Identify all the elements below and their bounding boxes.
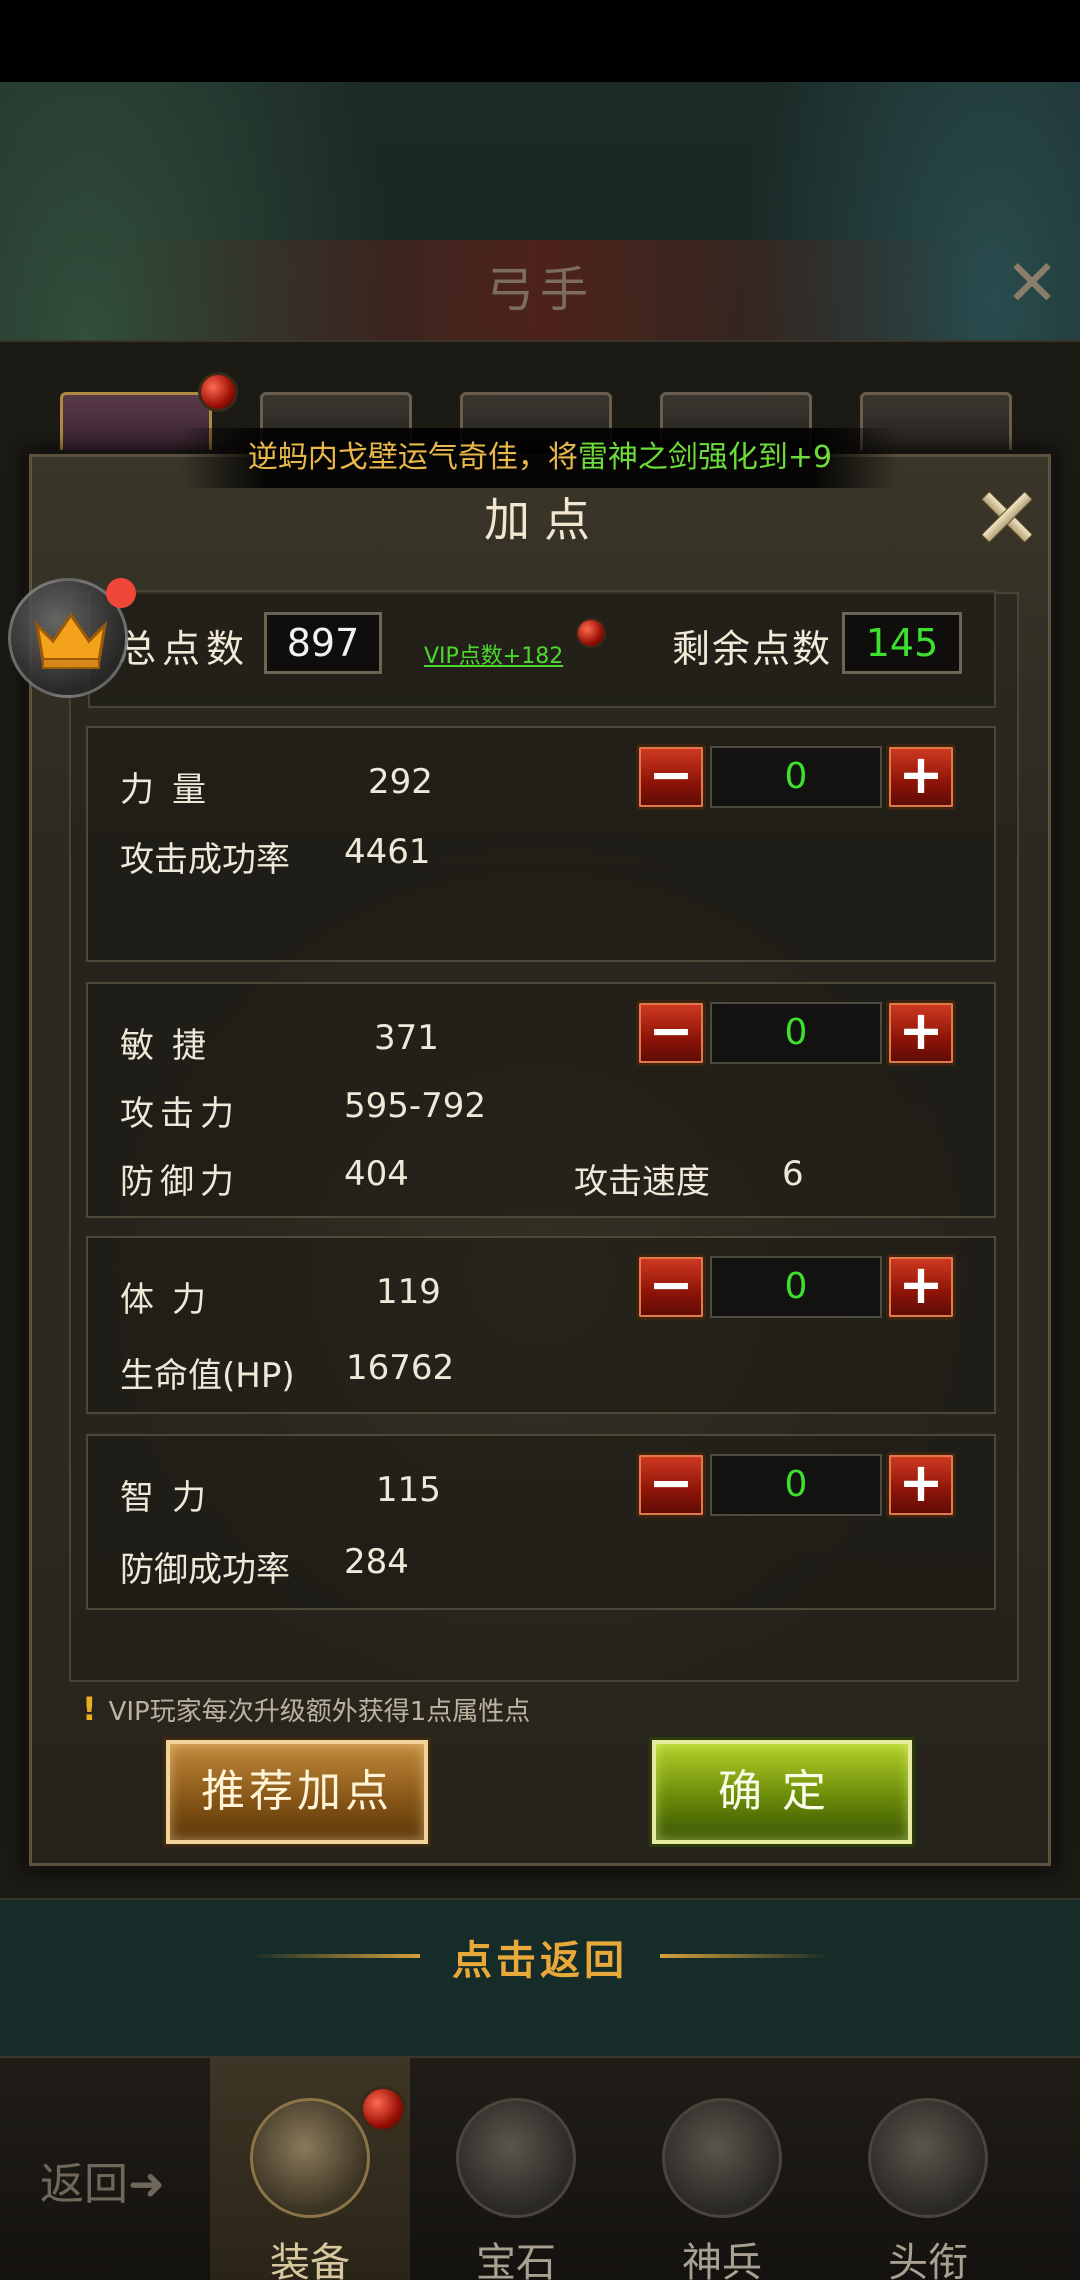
- tab-equipment[interactable]: 装备: [210, 2058, 410, 2280]
- plus-button[interactable]: +: [886, 744, 956, 810]
- attribute-name: 敏捷: [120, 1026, 224, 1066]
- background-title: 弓手: [485, 262, 594, 318]
- plus-button[interactable]: +: [886, 1452, 956, 1518]
- minus-button[interactable]: −: [636, 744, 706, 810]
- tab-divine-weapon[interactable]: 神兵: [622, 2058, 822, 2280]
- crown-icon: [34, 612, 108, 669]
- stat-value: 4461: [344, 832, 431, 872]
- tab-title[interactable]: 头衔: [828, 2058, 1028, 2280]
- vip-points-link[interactable]: VIP点数+182: [424, 638, 563, 670]
- allocated-value: 0: [710, 1454, 882, 1516]
- intelligence-stepper[interactable]: − 0 +: [636, 1452, 956, 1520]
- attribute-name: 智力: [120, 1478, 224, 1518]
- attribute-value: 292: [368, 762, 433, 802]
- sword-icon: [662, 2098, 782, 2218]
- tab-label: 头衔: [888, 2240, 968, 2280]
- back-arrow-icon: ➜: [128, 2159, 165, 2210]
- notice-item: 雷神之剑强化到: [577, 440, 788, 475]
- strength-stepper[interactable]: − 0 +: [636, 744, 956, 812]
- total-points-value: 897: [264, 612, 382, 674]
- stat-value: 6: [782, 1154, 804, 1194]
- stat-label: 攻击速度: [574, 1162, 710, 1202]
- bottom-nav: 返回➜ 装备 宝石 神兵 头衔: [0, 2056, 1080, 2280]
- stat-label: 防御成功率: [120, 1550, 290, 1590]
- remaining-points-label: 剩余点数: [672, 627, 833, 671]
- back-label: 返回: [40, 2159, 128, 2210]
- vip-tip: ! VIP玩家每次升级额外获得1点属性点: [82, 1690, 530, 1728]
- allocated-value: 0: [710, 746, 882, 808]
- notice-level: +9: [787, 440, 833, 475]
- tab-label: 装备: [270, 2240, 350, 2280]
- stat-label: 攻击力: [120, 1094, 240, 1134]
- tip-text: VIP玩家每次升级额外获得1点属性点: [108, 1697, 531, 1727]
- stamina-stepper[interactable]: − 0 +: [636, 1254, 956, 1322]
- exclamation-icon: !: [82, 1690, 97, 1728]
- stat-value: 16762: [346, 1348, 455, 1388]
- notification-dot: [106, 578, 136, 608]
- stat-label: 攻击成功率: [120, 840, 290, 880]
- remaining-points-value: 145: [842, 612, 962, 674]
- dialog-title: 加点: [484, 493, 604, 547]
- title-icon: [868, 2098, 988, 2218]
- tab-label: 神兵: [682, 2240, 762, 2280]
- attribute-block-intelligence: 智力 115 防御成功率 284 − 0 +: [86, 1434, 996, 1610]
- allocated-value: 0: [710, 1256, 882, 1318]
- notification-dot: [198, 372, 238, 412]
- status-bar: [0, 0, 1080, 82]
- equipment-icon: [250, 2098, 370, 2218]
- stat-value: 284: [344, 1542, 409, 1582]
- minus-button[interactable]: −: [636, 1000, 706, 1066]
- return-button[interactable]: 点击返回: [430, 1928, 650, 1986]
- attribute-block-stamina: 体力 119 生命值(HP) 16762 − 0 +: [86, 1236, 996, 1414]
- notification-dot: [576, 618, 606, 648]
- system-notice: 逆蚂内戈壁运气奇佳，将雷神之剑强化到+9: [180, 428, 900, 488]
- gem-icon: [456, 2098, 576, 2218]
- minus-button[interactable]: −: [636, 1452, 706, 1518]
- attribute-block-strength: 力量 292 攻击成功率 4461 − 0 +: [86, 726, 996, 962]
- recommend-points-button[interactable]: 推荐加点: [166, 1740, 428, 1844]
- stat-value: 595-792: [344, 1086, 487, 1126]
- tab-gem[interactable]: 宝石: [416, 2058, 616, 2280]
- attribute-block-agility: 敏捷 371 攻击力 595-792 防御力 404 攻击速度 6 − 0 +: [86, 982, 996, 1218]
- agility-stepper[interactable]: − 0 +: [636, 1000, 956, 1068]
- notice-prefix: 逆蚂内戈壁运气奇佳，将: [247, 440, 578, 475]
- plus-button[interactable]: +: [886, 1254, 956, 1320]
- stat-label: 生命值(HP): [120, 1356, 295, 1396]
- stat-label: 防御力: [120, 1162, 240, 1202]
- allocated-value: 0: [710, 1002, 882, 1064]
- return-bar: 点击返回: [0, 1900, 1080, 2030]
- attribute-name: 力量: [120, 770, 224, 810]
- divider: [250, 1954, 420, 1958]
- total-points-label: 总点数: [118, 627, 251, 671]
- attribute-value: 119: [376, 1272, 441, 1312]
- confirm-button[interactable]: 确定: [652, 1740, 912, 1844]
- attribute-value: 371: [374, 1018, 439, 1058]
- minus-button[interactable]: −: [636, 1254, 706, 1320]
- attribute-name: 体力: [120, 1280, 224, 1320]
- tab-label: 宝石: [476, 2240, 556, 2280]
- plus-button[interactable]: +: [886, 1000, 956, 1066]
- close-icon[interactable]: [974, 484, 1038, 548]
- background-close-icon: ✕: [1005, 247, 1059, 321]
- divider: [660, 1954, 830, 1958]
- stat-value: 404: [344, 1154, 409, 1194]
- back-button[interactable]: 返回➜: [40, 2148, 165, 2212]
- notification-dot: [360, 2086, 406, 2132]
- attribute-value: 115: [376, 1470, 441, 1510]
